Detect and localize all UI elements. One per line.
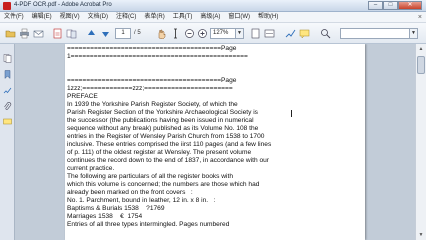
document-text-line: Parish Register Section of the Yorkshire… (67, 109, 258, 116)
menu-view[interactable]: 视图(V) (60, 12, 80, 23)
hand-tool-icon[interactable] (156, 28, 167, 39)
menu-comments[interactable]: 注释(C) (116, 12, 136, 23)
title-bar: 4-PDF OCR.pdf - Adobe Acrobat Pro – □ ✕ (0, 0, 426, 12)
fit-width-icon[interactable] (264, 28, 275, 39)
sign-icon[interactable] (285, 28, 296, 39)
zoom-dropdown-icon[interactable]: ▼ (236, 28, 244, 39)
previous-page-icon[interactable] (86, 28, 97, 39)
document-text-line: inclusive. These entries comprised the i… (67, 141, 272, 148)
comments-panel-icon[interactable] (3, 114, 12, 125)
menu-tools[interactable]: 工具(T) (173, 12, 193, 23)
scroll-down-icon[interactable]: ▼ (416, 230, 426, 240)
menu-file[interactable]: 文件(F) (4, 12, 24, 23)
menu-bar: 文件(F) 编辑(E) 视图(V) 文档(D) 注释(C) 表单(R) 工具(T… (0, 12, 426, 23)
menu-document[interactable]: 文档(D) (88, 12, 108, 23)
document-text-line: No. 1. Parchment, bound in leather, 12 i… (67, 197, 216, 204)
document-text-line: ========================================… (67, 45, 237, 52)
document-text-line: Marriages 1538 € 1754 (67, 213, 143, 220)
find-dropdown-icon[interactable]: ▼ (410, 28, 418, 39)
zoom-out-icon[interactable] (184, 28, 195, 39)
menu-window[interactable]: 窗口(W) (228, 12, 250, 23)
combine-icon[interactable] (66, 28, 77, 39)
document-text-line: ========================================… (67, 77, 237, 84)
menu-advanced[interactable]: 高级(A) (200, 12, 220, 23)
menu-forms[interactable]: 表单(R) (144, 12, 164, 23)
vertical-scrollbar[interactable]: ▲ ▼ (415, 44, 426, 240)
zoom-level-field[interactable]: 127% (210, 28, 236, 39)
navigation-pane (0, 44, 15, 240)
pages-panel-icon[interactable] (3, 50, 12, 63)
window-title: 4-PDF OCR.pdf - Adobe Acrobat Pro (14, 2, 112, 8)
create-pdf-icon[interactable] (52, 28, 63, 39)
document-text-line: continues the record down to the end of … (67, 157, 269, 164)
document-text-line: which this volume is concerned; the numb… (67, 181, 260, 188)
minimize-button[interactable]: – (368, 1, 383, 10)
document-text-line: 1zzz;=============zzz;==================… (67, 85, 233, 92)
next-page-icon[interactable] (100, 28, 111, 39)
menu-help[interactable]: 帮助(H) (258, 12, 278, 23)
find-icon[interactable] (320, 28, 331, 39)
open-folder-icon[interactable] (5, 28, 16, 39)
attachments-panel-icon[interactable] (3, 98, 12, 110)
page-count-label: / 5 (134, 30, 141, 36)
fit-page-icon[interactable] (250, 28, 261, 39)
select-text-icon[interactable] (170, 28, 181, 39)
comment-icon[interactable] (299, 28, 310, 39)
print-icon[interactable] (19, 28, 30, 39)
page-number-input[interactable]: 1 (115, 28, 131, 39)
document-text-line: the successor (the publications having b… (67, 117, 254, 124)
window-controls: – □ ✕ (368, 1, 422, 10)
signatures-panel-icon[interactable] (3, 82, 12, 94)
scroll-up-icon[interactable]: ▲ (416, 44, 426, 54)
bookmarks-panel-icon[interactable] (3, 66, 12, 80)
maximize-button[interactable]: □ (383, 1, 398, 10)
find-input[interactable] (340, 28, 410, 39)
document-text-line: already been marked on the front covers … (67, 189, 193, 196)
close-button[interactable]: ✕ (398, 1, 422, 10)
document-viewport[interactable]: ========================================… (15, 44, 415, 240)
document-text-line: Baptisms & Burials 1538 ?1769 (67, 205, 165, 212)
document-text-line: 1=======================================… (67, 53, 248, 60)
document-close-button[interactable]: × (418, 13, 422, 22)
email-icon[interactable] (33, 28, 44, 39)
zoom-in-icon[interactable] (197, 28, 208, 39)
document-text-line: PREFACE (67, 93, 98, 100)
document-text-line: The following are particulars of all the… (67, 173, 234, 180)
acrobat-icon (3, 2, 11, 10)
menu-edit[interactable]: 编辑(E) (32, 12, 52, 23)
pdf-page: ========================================… (65, 44, 365, 240)
document-text-line: Entries of all three types intermingled.… (67, 221, 230, 228)
document-text-line: entries in the Register of Wensley Paris… (67, 133, 265, 140)
document-text-line: of p. 111) of the oldest register at Wen… (67, 149, 252, 156)
text-cursor-icon (291, 110, 294, 117)
document-text-line: current practice. (67, 165, 115, 172)
document-text-line: sequence without any break) published as… (67, 125, 259, 132)
scroll-thumb[interactable] (417, 56, 425, 74)
toolbar: 1 / 5 127% ▼ ▼ (0, 23, 426, 44)
document-text-line: In 1939 the Yorkshire Parish Register So… (67, 101, 238, 108)
